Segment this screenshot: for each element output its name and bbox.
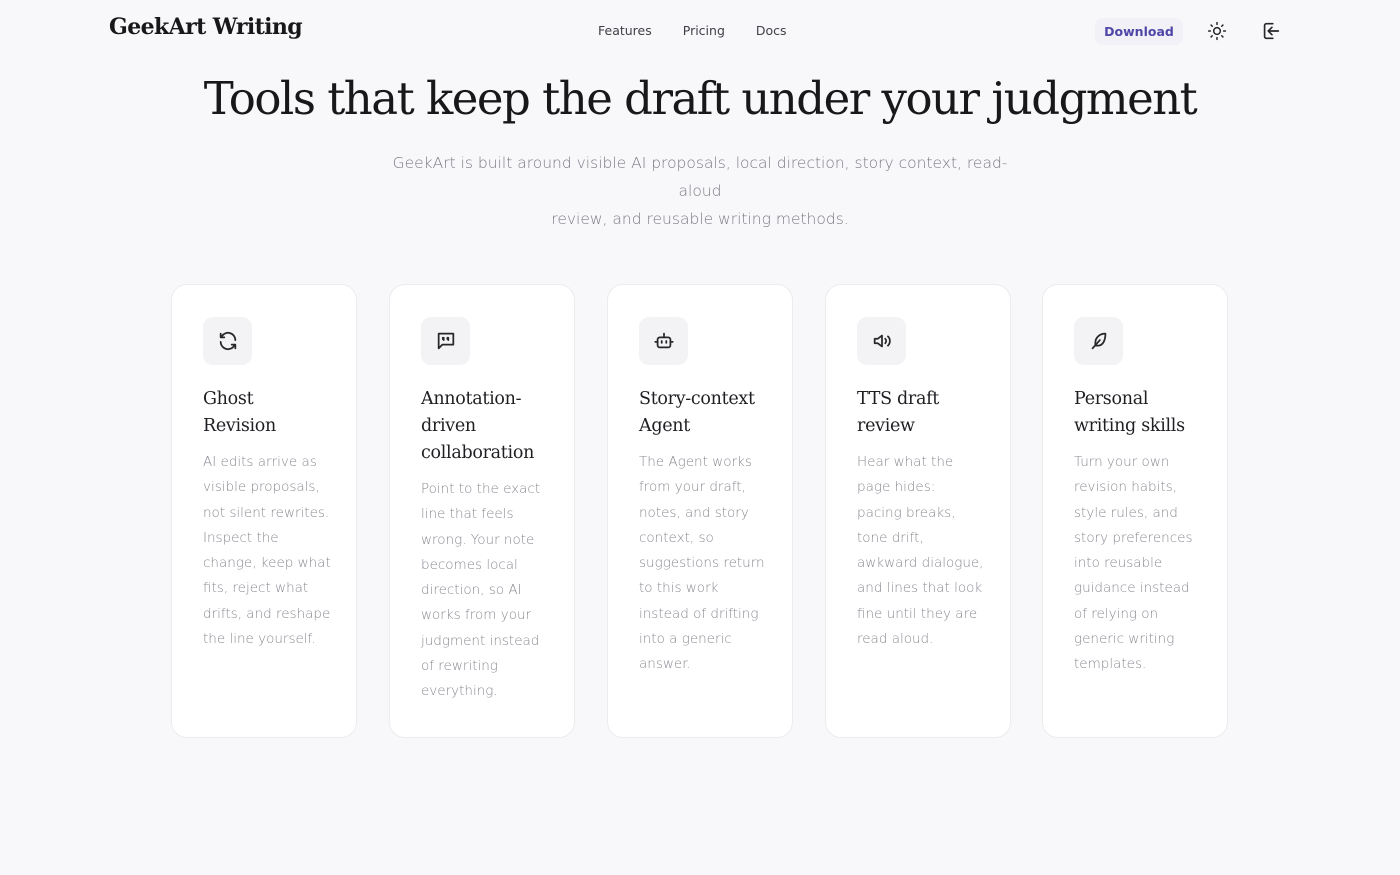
feature-title: Annotation- driven collaboration <box>421 386 554 467</box>
feature-description-line: templates. <box>1074 656 1147 673</box>
feature-description-line: answer. <box>639 656 691 673</box>
feature-description-line: to this work <box>639 580 719 597</box>
feature-description: AI edits arrive as visible proposals, no… <box>203 450 336 652</box>
feature-description-line: Inspect the <box>203 529 279 546</box>
feature-description-line: page hides: <box>857 479 936 496</box>
feature-description-line: generic writing <box>1074 631 1175 648</box>
feature-description-line: not silent rewrites. <box>203 504 330 521</box>
feature-icon-wrapper <box>639 317 688 365</box>
feature-card-ghost-revision: Ghost Revision AI edits arrive as visibl… <box>171 284 357 738</box>
feature-description-line: into reusable <box>1074 555 1163 572</box>
feature-description: The Agent works from your draft, notes, … <box>639 450 772 678</box>
nav-pricing-link[interactable]: Pricing <box>683 23 725 38</box>
site-header: GeekArt Writing Features Pricing Docs Do… <box>0 0 1400 62</box>
feature-card-story-context-agent: Story-context Agent The Agent works from… <box>607 284 793 738</box>
feature-description: Hear what the page hides: pacing breaks,… <box>857 450 990 652</box>
hero-title: Tools that keep the draft under your jud… <box>203 72 1198 125</box>
feature-description-line: story preferences <box>1074 529 1193 546</box>
feature-description-line: visible proposals, <box>203 479 320 496</box>
robot-icon <box>653 332 674 349</box>
feature-icon-wrapper <box>857 317 906 365</box>
feature-title-line: Revision <box>203 416 277 436</box>
feature-title-line: Agent <box>639 416 691 436</box>
speaker-icon <box>873 334 891 348</box>
feature-description-line: fine until they are <box>857 605 978 622</box>
feature-description-line: fits, reject what <box>203 580 309 597</box>
feature-description-line: of relying on <box>1074 605 1159 622</box>
feature-icon-wrapper <box>203 317 252 365</box>
feature-title: Ghost Revision <box>203 386 336 440</box>
sun-icon <box>1207 21 1227 41</box>
feature-title-line: Annotation- <box>421 389 522 409</box>
feature-title-line: Personal <box>1074 389 1149 409</box>
feature-description-line: drifts, and reshape <box>203 605 331 622</box>
feature-description-line: suggestions return <box>639 555 765 572</box>
feature-title: TTS draft review <box>857 386 990 440</box>
feature-description: Turn your own revision habits, style rul… <box>1074 450 1207 678</box>
feature-description-line: works from your <box>421 607 532 624</box>
feature-description-line: read aloud. <box>857 631 934 648</box>
feature-title-line: TTS draft <box>857 389 940 409</box>
feature-description-line: instead of drifting <box>639 605 759 622</box>
feature-icon-wrapper <box>421 317 470 365</box>
feature-description-line: revision habits, <box>1074 479 1177 496</box>
hero-subtitle-line-2: review, and reusable writing methods. <box>551 210 849 228</box>
feature-title: Story-context Agent <box>639 386 772 440</box>
feature-description: Point to the exact line that feels wrong… <box>421 477 554 705</box>
feature-description-line: context, so <box>639 529 714 546</box>
feature-title-line: review <box>857 416 915 436</box>
feature-description-line: Point to the exact <box>421 481 541 497</box>
feature-description-line: line that feels <box>421 506 514 523</box>
nav-features-link[interactable]: Features <box>598 23 652 38</box>
feature-description-line: and lines that look <box>857 580 983 597</box>
feature-description-line: change, keep what <box>203 555 331 572</box>
hero-subtitle-line-1: GeekArt is built around visible AI propo… <box>392 154 1008 200</box>
feature-title-line: Story-context <box>639 389 755 409</box>
main-nav: Features Pricing Docs <box>598 23 818 38</box>
hero-subtitle: GeekArt is built around visible AI propo… <box>380 149 1020 233</box>
download-button[interactable]: Download <box>1095 18 1183 45</box>
sign-in-icon <box>1263 22 1280 40</box>
feature-description-line: guidance instead <box>1074 580 1190 597</box>
sign-in-button[interactable] <box>1258 18 1284 44</box>
feature-description-line: wrong. Your note <box>421 531 535 548</box>
feature-description-line: tone drift, <box>857 529 924 546</box>
feature-description-line: of rewriting <box>421 658 498 675</box>
feature-description-line: everything. <box>421 683 498 700</box>
feather-icon <box>1091 332 1106 350</box>
feature-description-line: into a generic <box>639 631 732 648</box>
feature-description-line: pacing breaks, <box>857 504 956 521</box>
feature-description-line: judgment instead <box>421 632 540 649</box>
feature-title-line: writing skills <box>1074 416 1185 436</box>
nav-docs-link[interactable]: Docs <box>756 23 787 38</box>
refresh-icon <box>219 332 236 350</box>
feature-description-line: style rules, and <box>1074 504 1178 521</box>
feature-description-line: Turn your own <box>1074 454 1170 470</box>
feature-card-personal-writing-skills: Personal writing skills Turn your own re… <box>1042 284 1228 738</box>
feature-title-line: Ghost <box>203 389 254 409</box>
feature-description-line: Hear what the <box>857 454 954 470</box>
feature-description-line: from your draft, <box>639 479 746 496</box>
feature-description-line: AI edits arrive as <box>203 454 317 470</box>
feature-description-line: awkward dialogue, <box>857 555 984 572</box>
theme-toggle-button[interactable] <box>1204 18 1230 44</box>
feature-description-line: direction, so AI <box>421 582 522 599</box>
feature-card-annotation-collaboration: Annotation- driven collaboration Point t… <box>389 284 575 738</box>
feature-description-line: becomes local <box>421 556 518 573</box>
feature-title-line: collaboration <box>421 443 535 463</box>
feature-description-line: The Agent works <box>639 454 752 470</box>
feature-description-line: notes, and story <box>639 504 749 521</box>
page: GeekArt Writing Features Pricing Docs Do… <box>0 0 1400 875</box>
feature-title: Personal writing skills <box>1074 386 1207 440</box>
feature-description-line: the line yourself. <box>203 631 316 648</box>
message-quote-icon <box>437 332 454 350</box>
feature-card-tts-draft-review: TTS draft review Hear what the page hide… <box>825 284 1011 738</box>
feature-icon-wrapper <box>1074 317 1123 365</box>
brand-logo[interactable]: GeekArt Writing <box>109 14 303 40</box>
feature-title-line: driven <box>421 416 476 436</box>
